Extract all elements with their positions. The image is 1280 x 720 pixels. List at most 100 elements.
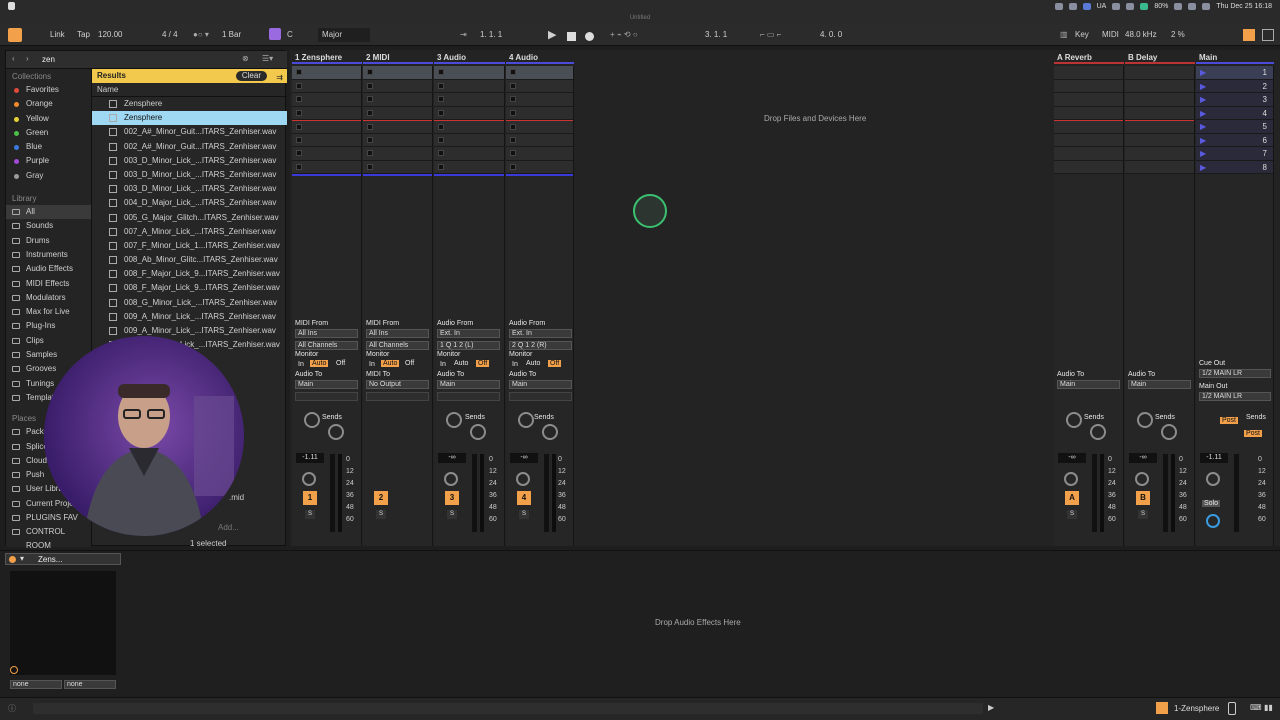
result-item[interactable]: 007_A_Minor_Lick_...ITARS_Zenhiser.wav [92,225,287,239]
battery-percent[interactable]: 80% [1154,3,1168,10]
clip-slot[interactable] [292,147,361,161]
clip-slot[interactable] [292,120,361,134]
status-icon[interactable] [1082,2,1091,10]
scale-mode-icon[interactable] [269,28,281,40]
macro-select-2[interactable]: none [64,680,116,689]
output-select[interactable]: Main [1128,380,1191,389]
volume-field[interactable]: -∞ [1129,453,1157,463]
name-column-header[interactable]: Name [92,83,287,97]
stop-clip-icon[interactable] [510,109,516,116]
metronome-icon[interactable]: ●○ ▾ [193,28,209,42]
scene-launch[interactable]: ▶ 4 [1196,106,1273,120]
track-activator[interactable]: 2 [374,491,388,505]
clip-slot[interactable] [363,133,432,147]
stop-clip-icon[interactable] [438,163,444,170]
result-item[interactable]: 009_A_Minor_Lick_...ITARS_Zenhiser.wav [92,310,287,324]
track-header[interactable]: 3 Audio [434,52,505,64]
output-select[interactable]: Main [437,380,500,389]
clear-search-icon[interactable]: ⊗ [242,54,249,63]
clock[interactable]: Thu Dec 25 16:18 [1216,3,1272,10]
clip-slot[interactable] [506,66,573,80]
clip-slot[interactable] [506,79,573,93]
ableton-logo-icon[interactable] [8,28,22,42]
input-channel-select[interactable]: 1 Q 1 2 (L) [437,341,500,350]
scene-play-icon[interactable]: ▶ [1200,95,1206,104]
library-item-plug-ins[interactable]: Plug-Ins [6,319,91,333]
scene-launch[interactable]: ▶ 8 [1196,160,1273,174]
output-channel-select[interactable] [295,392,358,401]
battery-icon[interactable] [1174,2,1183,10]
track-header[interactable]: A Reverb [1054,52,1124,64]
tempo-field[interactable]: 120.00 [98,28,122,42]
monitor-in[interactable]: In [512,361,518,368]
track-header[interactable]: 2 MIDI [363,52,433,64]
stop-clip-icon[interactable] [510,82,516,89]
info-icon[interactable]: ⓘ [8,703,16,714]
result-item[interactable]: 002_A#_Minor_Guit...ITARS_Zenhiser.wav [92,140,287,154]
clip-slot[interactable] [434,147,504,161]
main-out-select[interactable]: 1/2 MAIN LR [1199,392,1271,401]
monitor-auto[interactable]: Auto [310,360,329,367]
stop-clip-icon[interactable] [510,96,516,102]
stop-clip-icon[interactable] [438,124,444,130]
clip-slot[interactable] [506,106,573,120]
pan-knob[interactable] [1064,472,1078,486]
scene-launch[interactable]: ▶ 3 [1196,93,1273,107]
pan-knob[interactable] [516,472,530,486]
scene-launch[interactable]: ▶ 1 [1196,66,1273,80]
volume-field[interactable]: -∞ [438,453,466,463]
status-icon[interactable] [1112,2,1121,10]
status-icon[interactable] [1054,2,1063,10]
clip-slot[interactable] [506,93,573,107]
result-item[interactable]: 002_A#_Minor_Guit...ITARS_Zenhiser.wav [92,125,287,139]
volume-field[interactable]: -∞ [1058,453,1086,463]
result-item[interactable]: 004_D_Major_Lick_...ITARS_Zenhiser.wav [92,196,287,210]
device-on-icon[interactable] [9,556,16,563]
clip-slot[interactable] [1125,120,1194,134]
library-item-modulators[interactable]: Modulators [6,291,91,305]
key-select[interactable]: C [287,28,293,42]
pan-knob[interactable] [1135,472,1149,486]
send-a-knob[interactable] [1066,412,1082,428]
monitor-in[interactable]: In [440,361,446,368]
clip-slot[interactable] [1054,147,1123,161]
monitor-off[interactable]: Off [548,360,562,367]
post-button-a[interactable]: Post [1220,417,1239,424]
clip-slot[interactable] [1125,66,1194,80]
input-select[interactable]: All Ins [295,329,358,338]
clip-slot[interactable] [292,93,361,107]
clip-slot[interactable] [1125,147,1194,161]
stop-clip-icon[interactable] [510,163,516,170]
clip-slot[interactable] [506,147,573,161]
scene-play-icon[interactable]: ▶ [1200,109,1206,118]
view-toggle-icon[interactable] [1243,29,1255,41]
session-drop-zone[interactable]: Drop Files and Devices Here [764,114,866,123]
send-a-knob[interactable] [518,412,534,428]
stop-icon[interactable] [567,32,576,41]
main-pan-knob[interactable] [1206,472,1220,486]
result-item[interactable]: 008_G_Minor_Lick_...ITARS_Zenhiser.wav [92,296,287,310]
input-select[interactable]: All Ins [366,329,429,338]
macro-knob-icon[interactable] [10,666,18,674]
scene-play-icon[interactable]: ▶ [1200,136,1206,145]
stop-clip-icon[interactable] [438,82,444,89]
output-channel-select[interactable] [366,392,429,401]
loop-start[interactable]: 3. 1. 1 [705,28,727,42]
stop-clip-icon[interactable] [367,124,373,130]
stop-clip-icon[interactable] [296,163,302,170]
stop-clip-icon[interactable] [296,96,302,102]
volume-field[interactable]: -1.11 [296,453,324,463]
clip-slot[interactable] [1054,106,1123,120]
result-item[interactable]: 008_F_Major_Lick_9...ITARS_Zenhiser.wav [92,267,287,281]
place-item[interactable]: PLUGINS FAV [6,511,91,525]
clip-slot[interactable] [1054,79,1123,93]
library-item-instruments[interactable]: Instruments [6,248,91,262]
collection-blue[interactable]: Blue [6,140,91,154]
clip-slot[interactable] [363,160,432,174]
input-select[interactable]: Ext. In [437,329,500,338]
tap-button[interactable]: Tap [77,28,90,42]
result-item[interactable]: 003_D_Minor_Lick_...ITARS_Zenhiser.wav [92,182,287,196]
keyboard-icon[interactable]: ▥ [1060,28,1068,42]
library-item-drums[interactable]: Drums [6,234,91,248]
solo-button[interactable]: S [1067,510,1077,519]
